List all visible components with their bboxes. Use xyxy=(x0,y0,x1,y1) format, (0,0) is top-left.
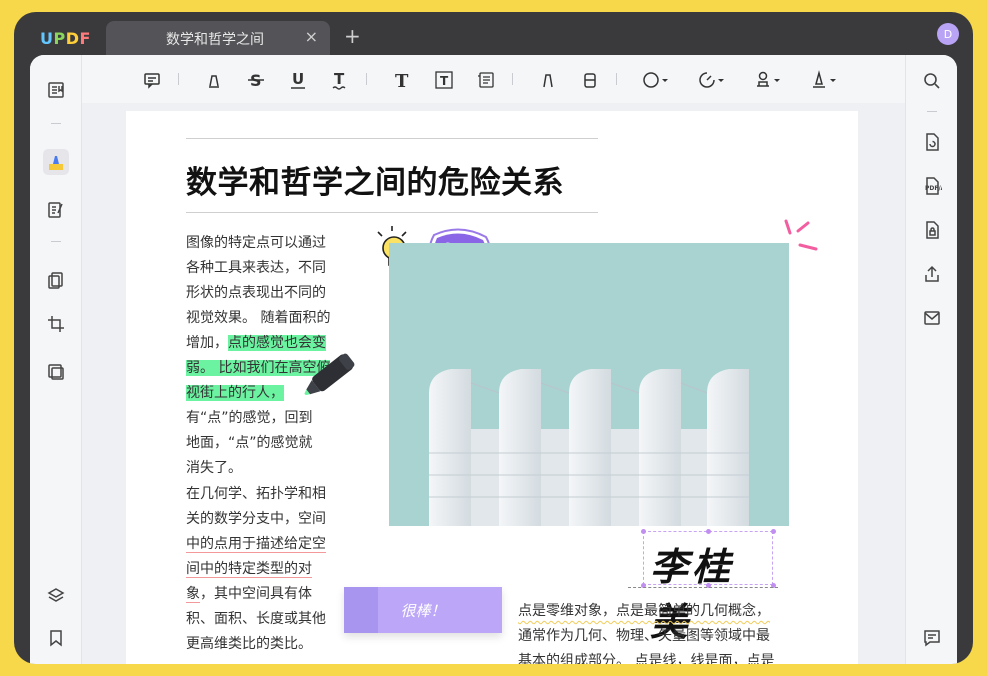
highlight-icon[interactable] xyxy=(202,68,226,92)
svg-text:T: T xyxy=(334,70,345,88)
left-sidebar xyxy=(30,55,82,664)
stamp-dropdown-icon[interactable] xyxy=(752,68,784,92)
layers-icon[interactable] xyxy=(43,583,69,609)
crop-icon[interactable] xyxy=(43,311,69,337)
underline-icon[interactable]: U xyxy=(286,68,310,92)
tab-title: 数学和哲学之间 xyxy=(166,32,264,48)
svg-text:U: U xyxy=(292,70,304,88)
squiggly-icon[interactable]: T xyxy=(328,68,352,92)
svg-text:T: T xyxy=(395,71,409,90)
annotation-toolbar: S U T T T xyxy=(82,55,905,103)
tab-close-icon[interactable]: × xyxy=(305,27,318,46)
pdf-a-icon[interactable]: PDF/A xyxy=(919,173,945,199)
highlighted-text[interactable]: 视街上的行人， xyxy=(186,385,284,401)
search-icon[interactable] xyxy=(919,68,945,94)
comments-panel-icon[interactable] xyxy=(919,625,945,651)
user-avatar[interactable]: D xyxy=(937,23,959,45)
wavy-underlined-text[interactable]: 点是零维对象，点是最简单的几何概念， xyxy=(518,603,770,619)
convert-icon[interactable] xyxy=(43,359,69,385)
email-icon[interactable] xyxy=(919,305,945,331)
reader-mode-icon[interactable] xyxy=(43,77,69,103)
updf-logo: UPDF xyxy=(40,29,91,48)
text-callout-icon[interactable] xyxy=(474,68,498,92)
signature-dropdown-icon[interactable] xyxy=(808,68,840,92)
app-window: UPDF 数学和哲学之间 × + D S U T T T PDF/ 数学和哲学之… xyxy=(14,12,973,664)
right-sidebar: PDF/A xyxy=(905,55,957,664)
sticker-dropdown-icon[interactable] xyxy=(696,68,728,92)
text-box-icon[interactable]: T xyxy=(432,68,456,92)
highlighter-marker-icon xyxy=(304,353,355,396)
paragraph-2: 在几何学、拓扑学和相 关的数学分支中，空间 中的点用于描述给定空 间中的特定类型… xyxy=(186,486,326,652)
edit-pdf-icon[interactable] xyxy=(43,197,69,223)
pencil-icon[interactable] xyxy=(536,68,560,92)
underlined-text[interactable]: 间中的特定类型的对 xyxy=(186,561,312,578)
svg-text:PDF/A: PDF/A xyxy=(925,185,942,192)
sticky-note-icon[interactable] xyxy=(140,68,164,92)
ocr-icon[interactable] xyxy=(919,129,945,155)
bookmark-icon[interactable] xyxy=(43,625,69,651)
strikethrough-icon[interactable]: S xyxy=(244,68,268,92)
new-tab-button[interactable]: + xyxy=(344,24,361,48)
workspace: S U T T T PDF/ 数学和哲学之间的危险关系 图像的特定点可以通过 各… xyxy=(30,55,957,664)
page-title: 数学和哲学之间的危险关系 xyxy=(186,165,564,201)
building-photo xyxy=(389,243,789,526)
pdf-page: 数学和哲学之间的危险关系 图像的特定点可以通过 各种工具来表达，不同 形状的点表… xyxy=(126,111,858,664)
document-tab[interactable]: 数学和哲学之间 × xyxy=(106,21,330,55)
svg-text:T: T xyxy=(440,74,449,88)
text-icon[interactable]: T xyxy=(390,68,414,92)
shape-dropdown-icon[interactable] xyxy=(640,68,672,92)
organize-pages-icon[interactable] xyxy=(43,267,69,293)
comment-mode-icon[interactable] xyxy=(43,149,69,175)
sticky-note[interactable]: 很棒！ xyxy=(344,587,502,633)
eraser-icon[interactable] xyxy=(578,68,602,92)
paragraph-3: 点是零维对象，点是最简单的几何概念， 通常作为几何、物理、矢量图等领域中最 基本… xyxy=(518,603,775,664)
share-icon[interactable] xyxy=(919,261,945,287)
signature-box[interactable]: 李桂美 xyxy=(643,531,773,644)
protect-icon[interactable] xyxy=(919,217,945,243)
underlined-text[interactable]: 中的点用于描述给定空 xyxy=(186,536,326,553)
